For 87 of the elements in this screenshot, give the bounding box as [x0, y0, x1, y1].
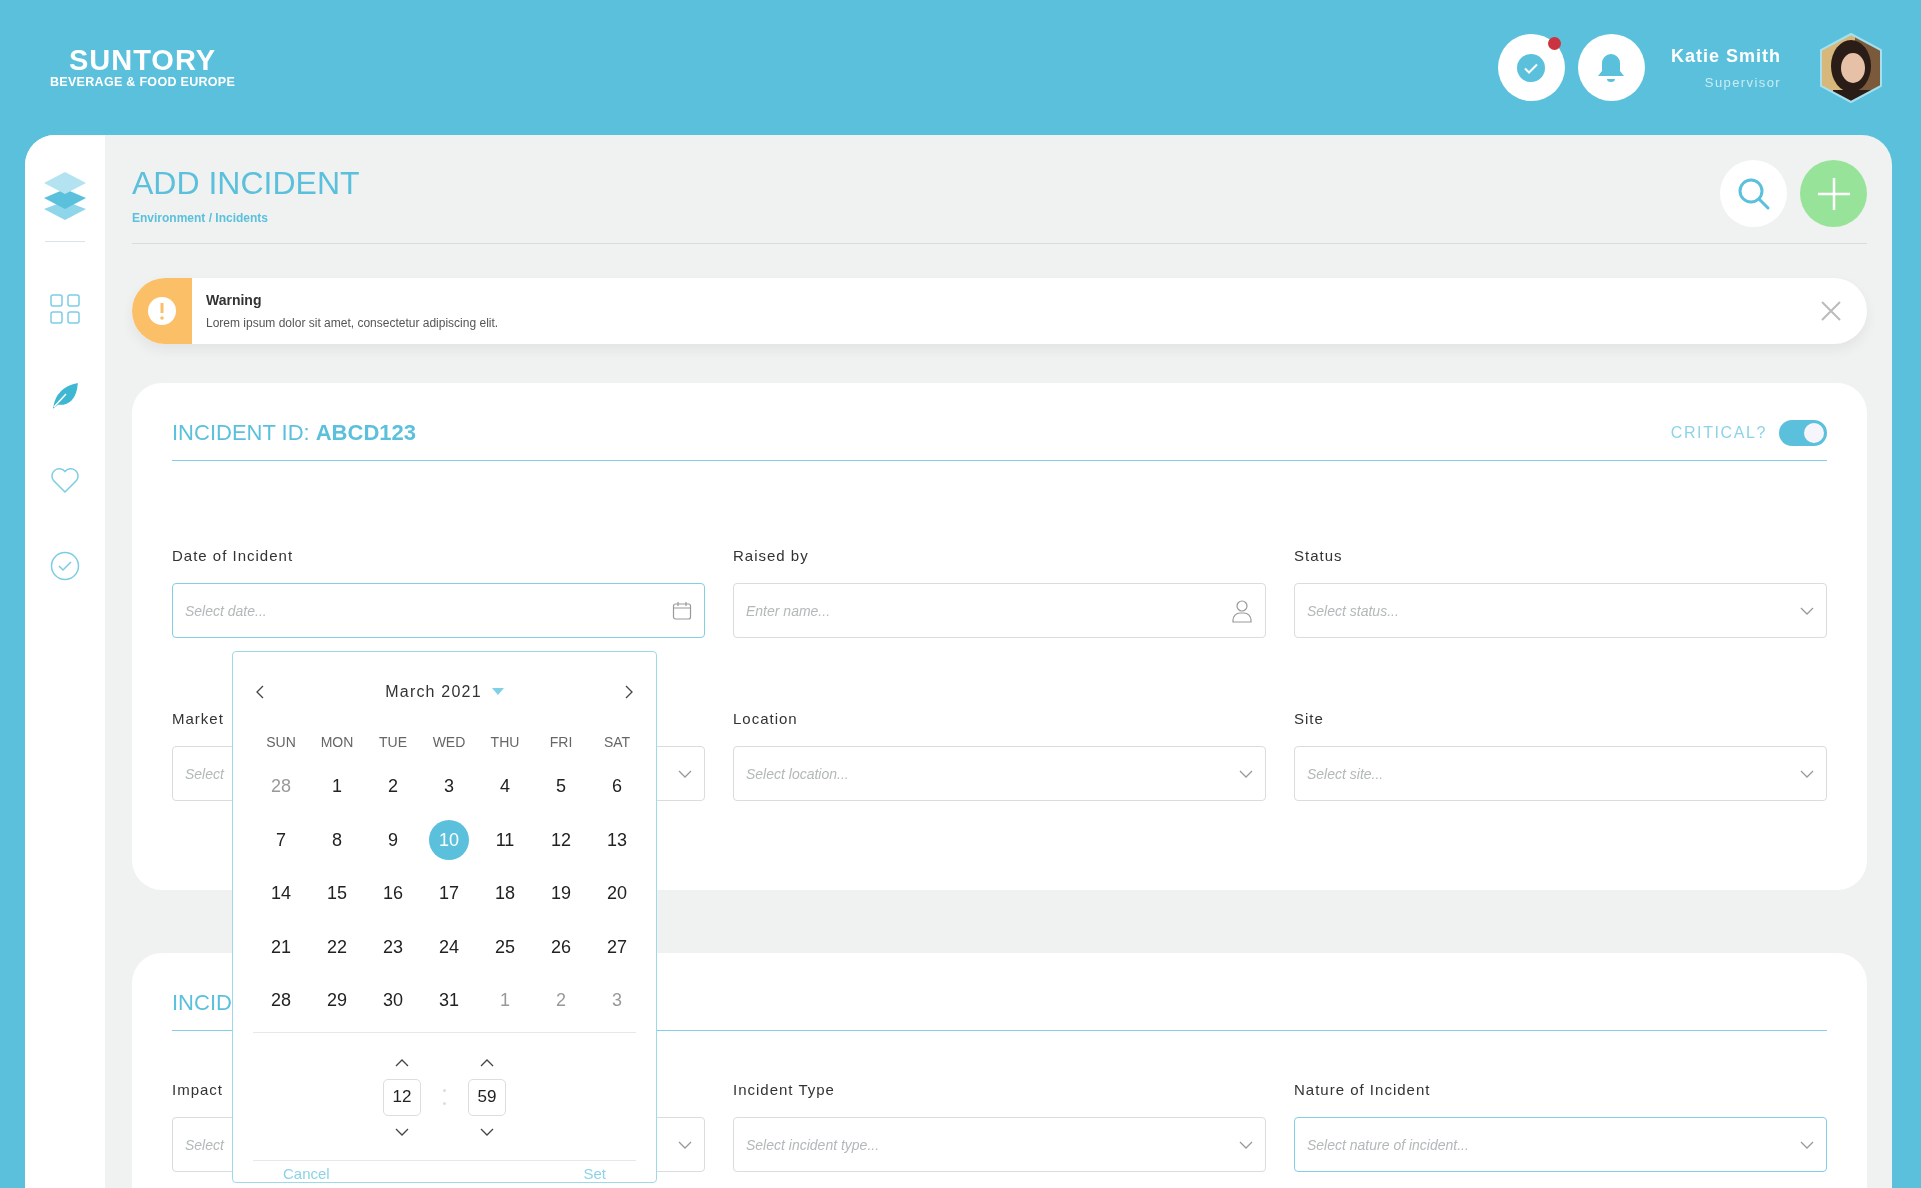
- weekday-label: TUE: [378, 734, 408, 750]
- calendar-day[interactable]: 5: [541, 766, 581, 807]
- layers-logo-icon: [42, 171, 88, 221]
- alert-title: Warning: [206, 292, 263, 308]
- calendar-day[interactable]: 14: [261, 873, 301, 914]
- calendar-day[interactable]: 2: [373, 766, 413, 807]
- weekday-label: SUN: [265, 734, 297, 750]
- field-label: Location: [733, 710, 798, 727]
- calendar-day[interactable]: 7: [261, 820, 301, 861]
- calendar-day[interactable]: 22: [317, 927, 357, 968]
- breadcrumb: Environment / Incidents: [132, 211, 270, 225]
- close-icon: [1821, 301, 1841, 321]
- chevron-down-icon: [1800, 605, 1814, 616]
- hour-field[interactable]: 12: [383, 1078, 421, 1116]
- sidebar-item[interactable]: [50, 294, 80, 324]
- calendar-day[interactable]: 15: [317, 873, 357, 914]
- calendar-day[interactable]: 1: [317, 766, 357, 807]
- field-label: Raised by: [733, 547, 809, 564]
- calendar-day[interactable]: 26: [541, 927, 581, 968]
- chevron-down-icon: [1239, 1139, 1253, 1150]
- sidebar-item[interactable]: [50, 466, 80, 494]
- check-circle-icon: [50, 551, 80, 581]
- calendar-day[interactable]: 8: [317, 820, 357, 861]
- search-icon: [1736, 176, 1771, 211]
- chevron-down-icon: [678, 768, 692, 779]
- leaf-icon: [51, 381, 79, 409]
- chevron-down-icon: [678, 1139, 692, 1150]
- alert-message: Lorem ipsum dolor sit amet, consectetur adipiscing elit.: [206, 316, 500, 330]
- field-label: Market: [172, 710, 224, 727]
- caret-down-icon: [491, 688, 504, 696]
- field-label: Incident Type: [733, 1081, 835, 1098]
- user-role: Supervisor: [1704, 74, 1781, 90]
- calendar-day[interactable]: 17: [429, 873, 469, 914]
- user-name: Katie Smith: [1670, 45, 1781, 67]
- minute-field[interactable]: 59: [468, 1078, 506, 1116]
- weekday-label: FRI: [548, 734, 574, 750]
- calendar-day[interactable]: 19: [541, 873, 581, 914]
- weekday-label: MON: [319, 734, 355, 750]
- field-label: Date of Incident: [172, 547, 294, 564]
- calendar-day[interactable]: 16: [373, 873, 413, 914]
- calendar-day[interactable]: 6: [597, 766, 637, 807]
- calendar-day[interactable]: 30: [373, 980, 413, 1021]
- calendar-day[interactable]: 21: [261, 927, 301, 968]
- field-label: Impact: [172, 1081, 223, 1098]
- calendar-day[interactable]: 31: [429, 980, 469, 1021]
- calendar-day[interactable]: 23: [373, 927, 413, 968]
- critical-toggle[interactable]: [1779, 420, 1827, 446]
- calendar-day[interactable]: 25: [485, 927, 525, 968]
- chevron-down-icon: [1800, 768, 1814, 779]
- plus-icon: [1817, 177, 1850, 210]
- calendar-day[interactable]: 3: [429, 766, 469, 807]
- incident-id-value: ABCD123: [315, 420, 416, 446]
- chevron-down-icon: [1239, 768, 1253, 779]
- calendar-day[interactable]: 20: [597, 873, 637, 914]
- grid-icon: [50, 294, 80, 324]
- calendar-day[interactable]: 11: [485, 820, 525, 861]
- sidebar-item[interactable]: [51, 381, 79, 409]
- field-label: Nature of Incident: [1294, 1081, 1431, 1098]
- sidebar-item[interactable]: [50, 551, 80, 581]
- check-circle-icon: [1517, 53, 1546, 82]
- field-label: Status: [1294, 547, 1343, 564]
- weekday-label: THU: [489, 734, 521, 750]
- card-title: INCID: [172, 990, 232, 1016]
- heart-icon: [50, 466, 80, 494]
- critical-label: CRITICAL?: [1670, 424, 1767, 442]
- month-selector[interactable]: March 2021: [385, 683, 504, 701]
- field-label: Site: [1294, 710, 1324, 727]
- bell-icon: [1597, 52, 1626, 83]
- calendar-day[interactable]: 13: [597, 820, 637, 861]
- calendar-day[interactable]: 29: [317, 980, 357, 1021]
- calendar-day[interactable]: 28: [261, 980, 301, 1021]
- chevron-down-icon: [1800, 1139, 1814, 1150]
- logo-wordmark: SUNTORY: [68, 44, 217, 75]
- incident-id-label: INCIDENT ID:: [172, 420, 310, 446]
- calendar-icon: [672, 600, 692, 621]
- calendar-day[interactable]: 27: [597, 927, 637, 968]
- calendar-day[interactable]: 4: [485, 766, 525, 807]
- exclamation-icon: [148, 297, 176, 325]
- weekday-label: SAT: [602, 734, 632, 750]
- calendar-day[interactable]: 9: [373, 820, 413, 861]
- user-icon: [1231, 598, 1253, 623]
- logo-tagline: BEVERAGE & FOOD EUROPE: [50, 74, 236, 89]
- weekday-label: WED: [431, 734, 467, 750]
- calendar-day[interactable]: 12: [541, 820, 581, 861]
- calendar-day[interactable]: 18: [485, 873, 525, 914]
- calendar-day[interactable]: 24: [429, 927, 469, 968]
- page-title: ADD INCIDENT: [132, 165, 360, 201]
